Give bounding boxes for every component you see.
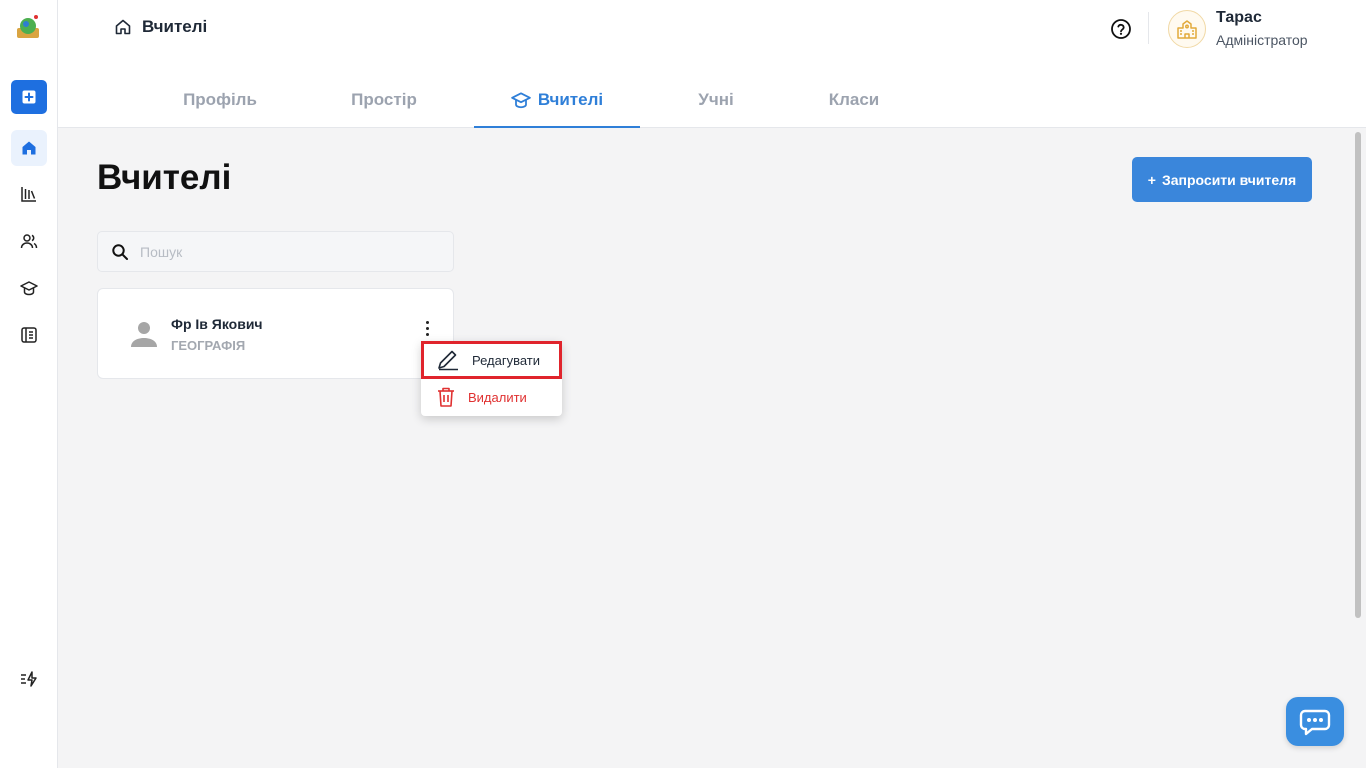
teacher-subject: ГЕОГРАФІЯ [171,338,246,353]
breadcrumb-label: Вчителі [142,17,208,36]
invite-teacher-button[interactable]: + Запросити вчителя [1132,157,1312,202]
journal-icon [21,327,37,343]
tab-label: Простір [351,90,417,109]
sidebar [0,0,58,768]
graduation-cap-icon [20,281,38,296]
page-title: Вчителі [97,158,232,197]
school-building-icon [1177,20,1197,39]
home-outline-icon [115,19,131,35]
user-name: Тарас [1216,9,1262,26]
graduation-cap-icon [511,92,531,109]
sidebar-item-journal[interactable] [11,317,47,353]
top-bar: Вчителі Тарас Адміністратор Профіль Прос… [58,0,1366,128]
delete-menu-item[interactable]: Видалити [421,379,562,415]
invite-teacher-label: Запросити вчителя [1161,171,1297,188]
sidebar-item-home[interactable] [11,130,47,166]
delete-label: Видалити [468,389,527,405]
plus-square-icon [22,90,36,104]
search-box [97,231,454,272]
context-menu: Редагувати Видалити [421,341,562,416]
breadcrumb[interactable]: Вчителі [114,17,207,37]
tab-students[interactable]: Учні [676,90,756,128]
sidebar-item-teachers[interactable] [11,270,47,306]
tab-label: Профіль [183,90,257,109]
avatar[interactable] [1168,10,1206,48]
chat-button[interactable] [1286,697,1344,746]
edit-menu-item[interactable]: Редагувати [421,341,562,379]
search-input[interactable] [140,232,440,271]
tab-space[interactable]: Простір [332,90,436,128]
teacher-name: Фр Ів Якович [171,316,263,332]
plus-icon: + [1147,171,1156,188]
search-icon [111,243,129,266]
books-icon [21,187,36,202]
divider [1148,12,1149,44]
tab-profile[interactable]: Профіль [168,90,272,128]
lightning-list-icon [21,671,37,687]
tab-teachers[interactable]: Вчителі [474,90,640,128]
more-options-icon[interactable] [418,318,436,338]
question-circle-icon [1111,19,1131,39]
tab-classes[interactable]: Класи [812,90,896,128]
edit-label: Редагувати [472,352,541,368]
person-avatar-icon [130,320,158,353]
users-icon [20,234,38,249]
pencil-icon [438,350,458,371]
home-icon [22,141,36,155]
user-role: Адміністратор [1216,32,1308,48]
sidebar-item-library[interactable] [11,176,47,212]
trash-icon [438,387,454,407]
tab-label: Вчителі [537,90,604,109]
help-button[interactable] [1110,18,1132,40]
chat-bubble-icon [1299,709,1331,735]
scrollbar[interactable] [1355,132,1361,618]
tab-label: Класи [828,90,880,109]
app-logo-icon[interactable] [15,14,41,40]
create-new-button[interactable] [11,80,47,114]
sidebar-item-updates[interactable] [11,661,47,697]
teacher-card[interactable]: Фр Ів Якович ГЕОГРАФІЯ [97,288,454,379]
sidebar-item-users[interactable] [11,223,47,259]
tab-label: Учні [698,90,734,109]
